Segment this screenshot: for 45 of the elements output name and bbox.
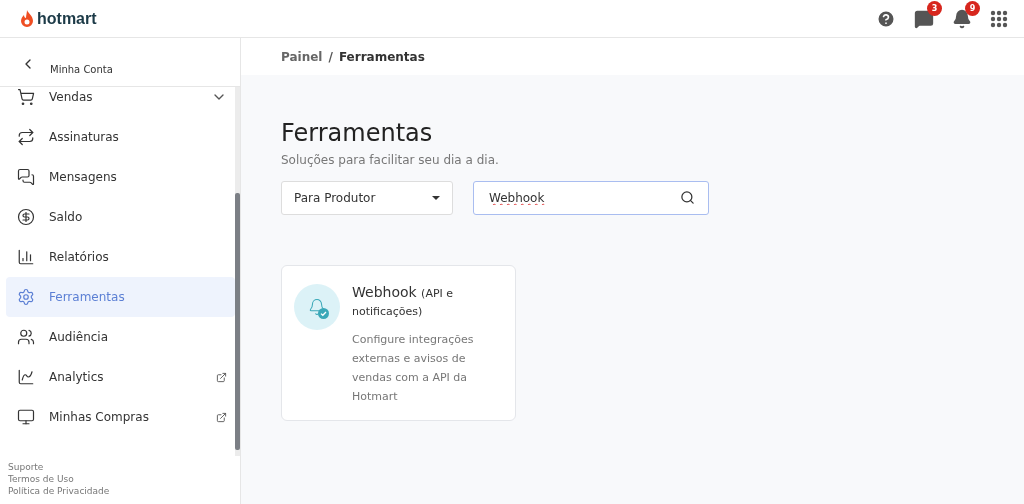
tool-card[interactable]: Webhook (API e notificações) Configure integrações externas e avisos de vendas com a API da Hotmart bbox=[281, 265, 516, 421]
sidebar-item[interactable]: Minhas Compras bbox=[6, 397, 235, 437]
bar-chart-icon bbox=[17, 248, 35, 266]
sidebar-item[interactable]: Analytics bbox=[6, 357, 235, 397]
filter-dropdown[interactable]: Para Produtor bbox=[281, 181, 453, 215]
breadcrumb-separator: / bbox=[328, 49, 333, 64]
cart-icon bbox=[17, 88, 35, 106]
footer-link[interactable]: Suporte bbox=[8, 462, 232, 472]
chat-bubbles-icon bbox=[17, 168, 35, 186]
footer-link[interactable]: Política de Privacidade bbox=[8, 486, 232, 496]
chat-icon[interactable] bbox=[914, 8, 934, 29]
dollar-coin-icon bbox=[17, 208, 35, 226]
monitor-icon bbox=[17, 408, 35, 426]
help-icon[interactable] bbox=[876, 8, 896, 29]
flame-logo-icon bbox=[20, 9, 34, 28]
sidebar-item[interactable]: Audiência bbox=[6, 317, 235, 357]
caret-icon bbox=[432, 196, 440, 200]
logo-text[interactable]: hotmart bbox=[37, 9, 97, 28]
sidebar-item[interactable]: Vendas bbox=[6, 87, 235, 117]
sidebar-item[interactable]: Ferramentas bbox=[6, 277, 235, 317]
search-field[interactable]: Webhook bbox=[473, 181, 709, 215]
settings-icon bbox=[17, 288, 35, 306]
apps-grid-icon[interactable] bbox=[990, 9, 1008, 28]
card-title: Webhook (API e notificações) bbox=[352, 284, 455, 320]
swap-arrows-icon bbox=[17, 128, 35, 146]
footer-link[interactable]: Termos de Uso bbox=[8, 474, 232, 484]
sidebar-item[interactable]: Saldo bbox=[6, 197, 235, 237]
back-label[interactable]: Minha Conta bbox=[50, 64, 113, 75]
sidebar-item[interactable]: Relatórios bbox=[6, 237, 235, 277]
notification-badge: 9 bbox=[965, 0, 980, 16]
page-subtitle: Soluções para facilitar seu dia a dia. bbox=[281, 153, 500, 167]
card-description: Configure integrações externas e avisos de vendas com a API da Hotmart bbox=[352, 332, 475, 405]
people-icon bbox=[17, 328, 35, 346]
chat-badge: 3 bbox=[927, 0, 942, 16]
line-chart-icon bbox=[17, 368, 35, 386]
bell-check-icon bbox=[294, 284, 340, 330]
search-icon[interactable] bbox=[680, 190, 695, 205]
sidebar-item[interactable]: Assinaturas bbox=[6, 117, 235, 157]
external-link-icon bbox=[216, 411, 227, 423]
page-title: Ferramentas bbox=[281, 119, 434, 147]
notification-bell-icon[interactable] bbox=[952, 8, 972, 29]
sidebar-item[interactable]: Mensagens bbox=[6, 157, 235, 197]
scrollbar-thumb[interactable] bbox=[235, 193, 240, 450]
breadcrumb-link[interactable]: Painel bbox=[281, 49, 323, 64]
external-link-icon bbox=[216, 371, 227, 383]
